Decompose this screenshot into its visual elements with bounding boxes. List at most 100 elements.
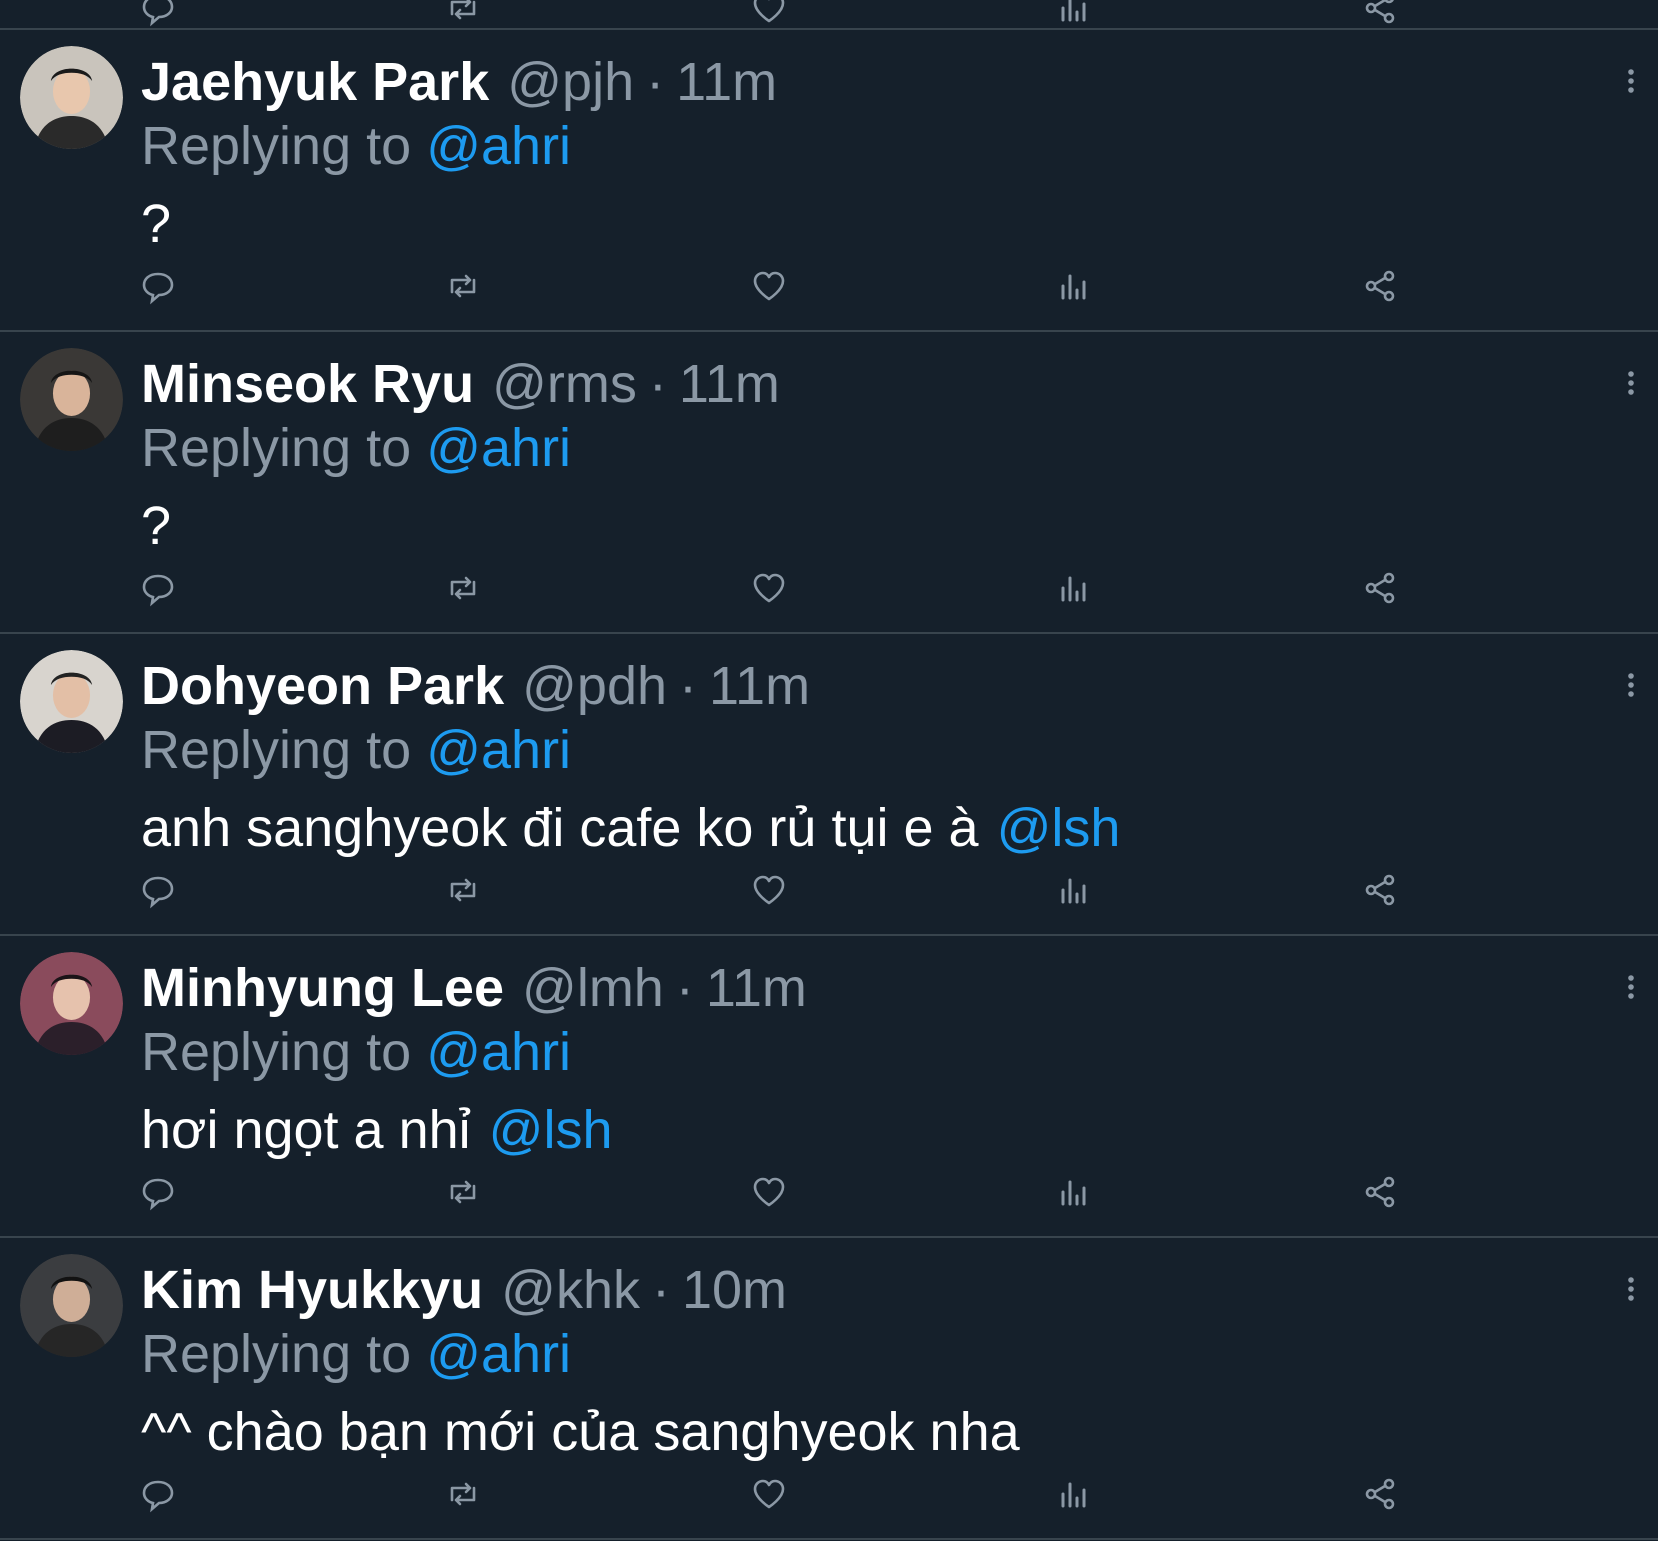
separator-dot: · xyxy=(651,1260,670,1320)
display-name[interactable]: Minhyung Lee xyxy=(141,958,504,1018)
separator-dot: · xyxy=(648,354,667,414)
like-icon[interactable] xyxy=(749,1172,789,1212)
tweet-4[interactable]: Minhyung Lee @lmh · 11m Replying to @ahri h… xyxy=(0,936,1658,1238)
like-icon[interactable] xyxy=(749,1474,789,1514)
tweet-text: ? xyxy=(141,492,171,560)
tweet-header: Dohyeon Park @pdh · 11m xyxy=(141,652,810,720)
user-handle[interactable]: @pjh xyxy=(507,52,634,112)
tweet-text-content: hơi ngọt a nhỉ xyxy=(141,1100,471,1160)
avatar[interactable] xyxy=(20,1254,123,1357)
stats-icon[interactable] xyxy=(1054,0,1094,28)
replying-to-mention[interactable]: @ahri xyxy=(426,1022,571,1082)
replying-to-line: Replying to @ahri xyxy=(141,112,571,180)
replying-to-mention[interactable]: @ahri xyxy=(426,116,571,176)
like-icon[interactable] xyxy=(749,568,789,608)
reply-icon[interactable] xyxy=(138,1172,178,1212)
display-name[interactable]: Jaehyuk Park xyxy=(141,52,489,112)
retweet-icon[interactable] xyxy=(443,568,483,608)
stats-icon[interactable] xyxy=(1054,870,1094,910)
share-icon[interactable] xyxy=(1360,568,1400,608)
share-icon[interactable] xyxy=(1360,1172,1400,1212)
avatar-photo-icon xyxy=(20,650,123,753)
replying-to-line: Replying to @ahri xyxy=(141,414,571,482)
avatar-photo-icon xyxy=(20,952,123,1055)
stats-icon[interactable] xyxy=(1054,266,1094,306)
replying-to-line: Replying to @ahri xyxy=(141,1018,571,1086)
tweet-text-mention[interactable]: @lsh xyxy=(489,1100,613,1160)
timestamp[interactable]: 11m xyxy=(676,52,777,112)
more-options-icon[interactable] xyxy=(1626,672,1636,698)
display-name[interactable]: Kim Hyukkyu xyxy=(141,1260,483,1320)
more-options-icon[interactable] xyxy=(1626,68,1636,94)
replying-to-mention[interactable]: @ahri xyxy=(426,418,571,478)
tweet-text: ? xyxy=(141,190,171,258)
tweet-5[interactable]: Kim Hyukkyu @khk · 10m Replying to @ahri ^^… xyxy=(0,1238,1658,1540)
avatar-photo-icon xyxy=(20,348,123,451)
retweet-icon[interactable] xyxy=(443,1172,483,1212)
share-icon[interactable] xyxy=(1360,1474,1400,1514)
replying-to-label: Replying to xyxy=(141,1022,412,1082)
previous-tweet-actions xyxy=(0,0,1658,30)
share-icon[interactable] xyxy=(1360,870,1400,910)
reply-icon[interactable] xyxy=(138,266,178,306)
tweet-actions xyxy=(0,266,1658,310)
stats-icon[interactable] xyxy=(1054,1474,1094,1514)
stats-icon[interactable] xyxy=(1054,1172,1094,1212)
reply-icon[interactable] xyxy=(138,870,178,910)
tweet-actions xyxy=(0,870,1658,914)
share-icon[interactable] xyxy=(1360,266,1400,306)
like-icon[interactable] xyxy=(749,0,789,28)
avatar[interactable] xyxy=(20,952,123,1055)
display-name[interactable]: Dohyeon Park xyxy=(141,656,504,716)
retweet-icon[interactable] xyxy=(443,1474,483,1514)
avatar-photo-icon xyxy=(20,1254,123,1357)
more-options-icon[interactable] xyxy=(1626,370,1636,396)
tweet-actions xyxy=(0,568,1658,612)
replying-to-label: Replying to xyxy=(141,720,412,780)
reply-feed: Jaehyuk Park @pjh · 11m Replying to @ahri ? xyxy=(0,0,1658,1541)
more-options-icon[interactable] xyxy=(1626,1276,1636,1302)
replying-to-line: Replying to @ahri xyxy=(141,716,571,784)
user-handle[interactable]: @pdh xyxy=(522,656,667,716)
share-icon[interactable] xyxy=(1360,0,1400,28)
tweet-text-mention[interactable]: @lsh xyxy=(997,798,1121,858)
replying-to-mention[interactable]: @ahri xyxy=(426,1324,571,1384)
tweet-actions xyxy=(0,1172,1658,1216)
tweet-text-content: ? xyxy=(141,194,172,254)
reply-icon[interactable] xyxy=(138,1474,178,1514)
separator-dot: · xyxy=(675,958,694,1018)
display-name[interactable]: Minseok Ryu xyxy=(141,354,474,414)
tweet-header: Minhyung Lee @lmh · 11m xyxy=(141,954,807,1022)
user-handle[interactable]: @khk xyxy=(501,1260,640,1320)
avatar[interactable] xyxy=(20,650,123,753)
retweet-icon[interactable] xyxy=(443,266,483,306)
tweet-1[interactable]: Jaehyuk Park @pjh · 11m Replying to @ahri ? xyxy=(0,30,1658,332)
retweet-icon[interactable] xyxy=(443,870,483,910)
tweet-text: ^^ chào bạn mới của sanghyeok nha xyxy=(141,1398,1020,1466)
like-icon[interactable] xyxy=(749,266,789,306)
separator-dot: · xyxy=(646,52,665,112)
avatar[interactable] xyxy=(20,46,123,149)
timestamp[interactable]: 11m xyxy=(709,656,810,716)
user-handle[interactable]: @lmh xyxy=(522,958,664,1018)
replying-to-mention[interactable]: @ahri xyxy=(426,720,571,780)
tweet-2[interactable]: Minseok Ryu @rms · 11m Replying to @ahri ? xyxy=(0,332,1658,634)
tweet-text-content: ? xyxy=(141,496,172,556)
replying-to-line: Replying to @ahri xyxy=(141,1320,571,1388)
user-handle[interactable]: @rms xyxy=(492,354,637,414)
reply-icon[interactable] xyxy=(138,0,178,28)
avatar-photo-icon xyxy=(20,46,123,149)
tweet-3[interactable]: Dohyeon Park @pdh · 11m Replying to @ahri a… xyxy=(0,634,1658,936)
tweet-actions xyxy=(0,1474,1658,1518)
timestamp[interactable]: 11m xyxy=(706,958,807,1018)
reply-icon[interactable] xyxy=(138,568,178,608)
timestamp[interactable]: 10m xyxy=(682,1260,787,1320)
stats-icon[interactable] xyxy=(1054,568,1094,608)
tweet-header: Minseok Ryu @rms · 11m xyxy=(141,350,780,418)
timestamp[interactable]: 11m xyxy=(679,354,780,414)
tweet-text: anh sanghyeok đi cafe ko rủ tụi e à @lsh xyxy=(141,794,1120,862)
avatar[interactable] xyxy=(20,348,123,451)
retweet-icon[interactable] xyxy=(443,0,483,28)
like-icon[interactable] xyxy=(749,870,789,910)
more-options-icon[interactable] xyxy=(1626,974,1636,1000)
